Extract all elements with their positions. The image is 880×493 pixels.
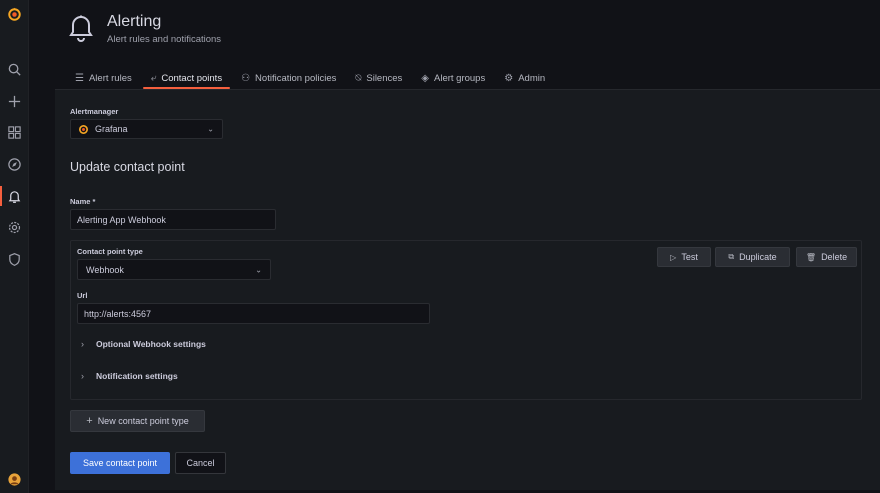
name-label: Name * xyxy=(70,197,96,206)
contact-point-type-label: Contact point type xyxy=(77,247,143,256)
tab-alert-rules[interactable]: ☰ Alert rules xyxy=(67,68,140,88)
chevron-right-icon: › xyxy=(81,339,84,349)
page-subtitle: Alert rules and notifications xyxy=(107,34,222,45)
tab-label: Admin xyxy=(518,72,546,84)
list-icon: ☰ xyxy=(75,72,84,84)
search-icon[interactable] xyxy=(0,57,29,81)
alertmanager-select[interactable]: Grafana ⌄ xyxy=(70,119,223,139)
save-contact-point-button[interactable]: Save contact point xyxy=(70,452,170,474)
shield-icon[interactable] xyxy=(0,247,29,271)
tab-alert-groups[interactable]: ◈ Alert groups xyxy=(413,68,493,88)
tab-label: Contact points xyxy=(161,72,223,84)
play-icon: ▷ xyxy=(670,252,677,262)
sitemap-icon: ⚇ xyxy=(241,72,251,84)
layer-group-icon: ◈ xyxy=(421,72,429,84)
comment-alt-share-icon: ⤶ xyxy=(150,72,157,84)
plus-icon[interactable] xyxy=(0,89,29,113)
user-avatar-icon[interactable] xyxy=(0,467,29,491)
notification-settings-label: Notification settings xyxy=(96,371,178,381)
duplicate-label: Duplicate xyxy=(739,252,777,262)
alertmanager-value: Grafana xyxy=(95,124,128,134)
grafana-logo-icon[interactable] xyxy=(0,2,29,26)
compass-icon[interactable] xyxy=(0,152,29,176)
cog-icon: ⚙ xyxy=(504,72,514,84)
plus-icon: + xyxy=(86,415,93,427)
notification-settings-toggle[interactable]: › Notification settings xyxy=(81,371,178,381)
optional-webhook-settings-toggle[interactable]: › Optional Webhook settings xyxy=(81,339,206,349)
trash-icon: 🗑 xyxy=(805,252,817,262)
tab-label: Alert rules xyxy=(88,72,132,84)
tab-silences[interactable]: ⍉ Silences xyxy=(347,68,410,88)
sidebar xyxy=(0,0,29,493)
url-input[interactable]: http://alerts:4567 xyxy=(77,303,430,324)
tab-notification-policies[interactable]: ⚇ Notification policies xyxy=(233,68,344,88)
tab-label: Notification policies xyxy=(255,72,337,84)
new-contact-point-type-button[interactable]: + New contact point type xyxy=(70,410,205,432)
alertmanager-label: Alertmanager xyxy=(70,107,119,116)
contact-point-type-select[interactable]: Webhook ⌄ xyxy=(77,259,271,280)
bell-slash-icon: ⍉ xyxy=(355,72,362,84)
tab-label: Silences xyxy=(366,72,403,84)
url-label: Url xyxy=(77,291,88,300)
test-label: Test xyxy=(681,252,698,262)
grafana-small-icon xyxy=(78,124,89,137)
new-type-label: New contact point type xyxy=(97,416,189,426)
gear-icon[interactable] xyxy=(0,215,29,239)
test-button[interactable]: ▷ Test xyxy=(657,247,711,267)
chevron-down-icon: ⌄ xyxy=(255,265,262,274)
form-heading: Update contact point xyxy=(70,160,185,174)
delete-label: Delete xyxy=(821,252,848,262)
page-title: Alerting xyxy=(107,13,162,30)
tab-label: Alert groups xyxy=(434,72,486,84)
cancel-button[interactable]: Cancel xyxy=(175,452,226,474)
alerting-bell-icon xyxy=(68,14,94,42)
duplicate-button[interactable]: ⧉ Duplicate xyxy=(715,247,790,267)
name-input[interactable]: Alerting App Webhook xyxy=(70,209,276,230)
bell-icon[interactable] xyxy=(0,184,29,208)
chevron-down-icon: ⌄ xyxy=(207,124,214,134)
tab-admin[interactable]: ⚙ Admin xyxy=(496,68,553,88)
tab-contact-points[interactable]: ⤶ Contact points xyxy=(142,68,231,89)
dashboards-icon[interactable] xyxy=(0,120,29,144)
copy-icon: ⧉ xyxy=(728,252,735,261)
tab-bar: ☰ Alert rules ⤶ Contact points ⚇ Notificati… xyxy=(67,68,556,90)
contact-point-type-value: Webhook xyxy=(86,264,124,275)
delete-button[interactable]: 🗑 Delete xyxy=(796,247,857,267)
optional-settings-label: Optional Webhook settings xyxy=(96,339,206,349)
chevron-right-icon: › xyxy=(81,371,84,381)
